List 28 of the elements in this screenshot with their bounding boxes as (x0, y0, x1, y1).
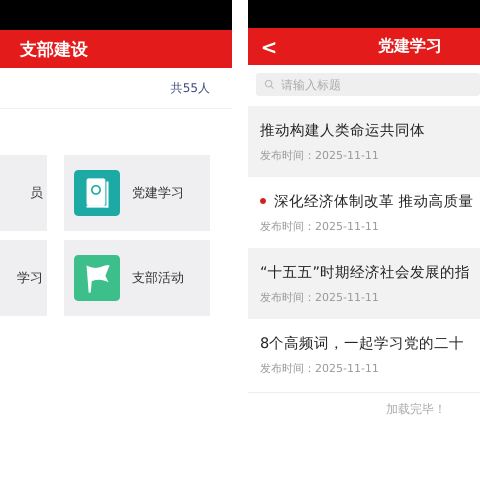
member-count: 共55人 (170, 80, 210, 96)
tile-label: 学习 (17, 270, 43, 287)
menu-tile[interactable]: 学习 (0, 240, 47, 316)
article-title: “十五五”时期经济社会发展的指 (260, 264, 470, 282)
screen-title: 党建学习 (378, 36, 442, 57)
article-item[interactable]: 推动构建人类命运共同体 发布时间：2025-11-11 (248, 106, 480, 177)
article-item[interactable]: 深化经济体制改革 推动高质量 发布时间：2025-11-11 (248, 177, 480, 248)
article-title: 推动构建人类命运共同体 (260, 122, 425, 140)
search-field[interactable]: 请输入标题 (256, 73, 480, 96)
book-icon (74, 170, 120, 216)
load-complete-text: 加载完毕！ (386, 402, 446, 416)
article-title: 深化经济体制改革 推动高质量 (274, 192, 474, 210)
article-item[interactable]: 8个高频词，一起学习党的二十 发布时间：2025-11-11 (248, 319, 480, 390)
article-item[interactable]: “十五五”时期经济社会发展的指 发布时间：2025-11-11 (248, 248, 480, 319)
publish-date: 发布时间：2025-11-11 (260, 148, 380, 162)
tile-label: 支部活动 (132, 270, 184, 287)
screen-title: 支部建设 (19, 38, 88, 60)
publish-date: 发布时间：2025-11-11 (260, 360, 380, 376)
tile-label: 员 (30, 185, 43, 202)
menu-tile[interactable]: 党建学习 (64, 155, 210, 231)
back-button[interactable]: < (248, 34, 278, 58)
publish-date: 发布时间：2025-11-11 (260, 218, 380, 234)
flag-icon (74, 255, 120, 301)
publish-date: 发布时间：2025-11-11 (260, 290, 380, 304)
article-title: 8个高频词，一起学习党的二十 (260, 334, 464, 352)
tile-label: 党建学习 (132, 185, 184, 202)
menu-tile[interactable]: 支部活动 (64, 240, 210, 316)
menu-tile[interactable]: 员 (0, 155, 47, 231)
